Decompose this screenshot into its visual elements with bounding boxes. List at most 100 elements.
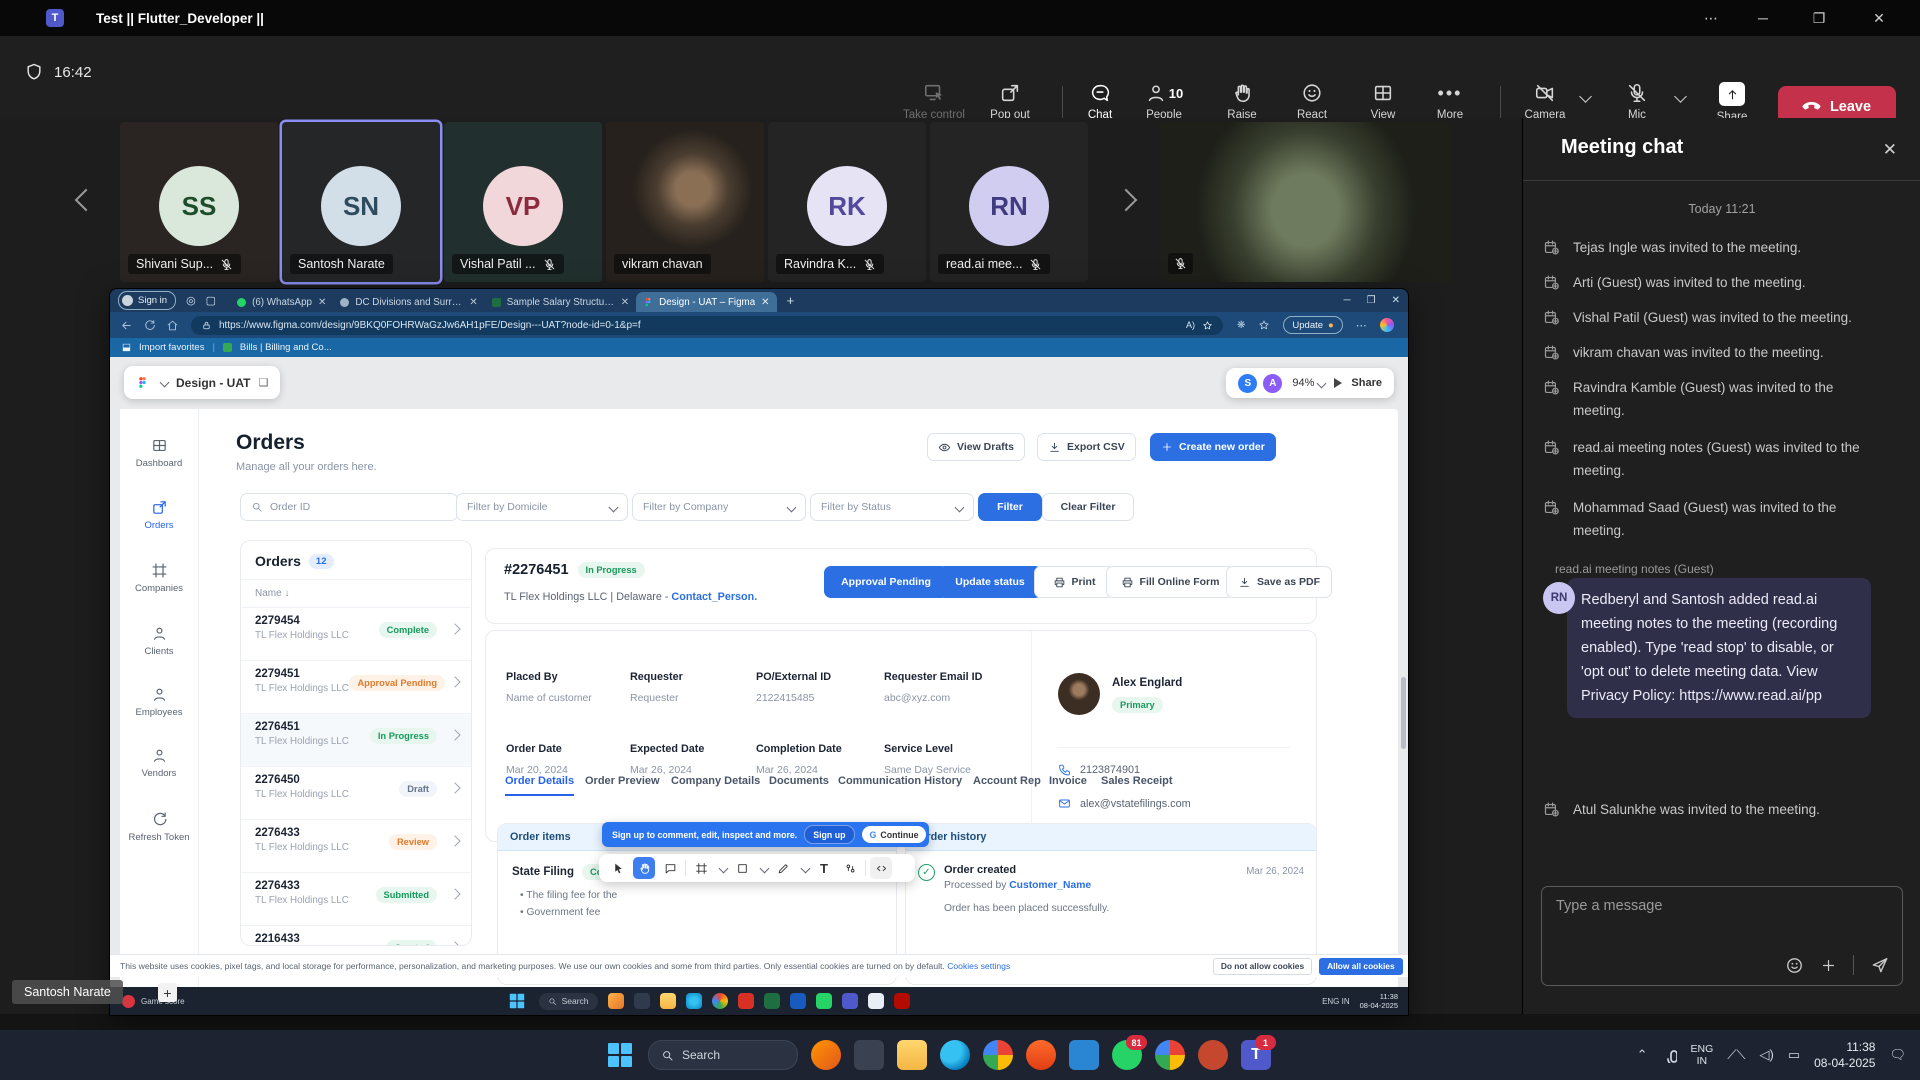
whatsapp-icon[interactable]: 81	[1112, 1040, 1142, 1070]
tray-expand-chevron[interactable]: ⌃	[1637, 1047, 1648, 1063]
actions-tool-icon[interactable]	[839, 857, 861, 879]
participant-tile-video[interactable]: vikram chavan	[606, 122, 764, 282]
shape-tool-chevron[interactable]	[760, 863, 770, 873]
address-bar[interactable]: https://www.figma.com/design/9BKQ0FOHRWa…	[191, 316, 1223, 335]
window-more-icon[interactable]: ⋯	[1688, 0, 1734, 36]
participant-tile-video[interactable]	[1160, 122, 1451, 282]
presenter-pin-button[interactable]: +	[158, 983, 177, 1002]
create-new-order-button[interactable]: Create new order	[1150, 433, 1276, 461]
sidebar-item-dashboard[interactable]: Dashboard	[120, 437, 198, 469]
deny-cookies-button[interactable]: Do not allow cookies	[1213, 958, 1312, 975]
notifications-icon[interactable]: 🗨	[1889, 1047, 1906, 1063]
clear-filter-button[interactable]: Clear Filter	[1042, 493, 1134, 521]
tab-invoice[interactable]: Invoice	[1049, 775, 1087, 787]
chat-button[interactable]: Chat	[1067, 82, 1133, 121]
new-tab-button[interactable]: +	[787, 293, 795, 308]
gmail-icon[interactable]	[738, 993, 754, 1009]
camera-options-chevron[interactable]	[1581, 92, 1590, 101]
tab-order-details[interactable]: Order Details	[505, 775, 574, 787]
news-widget-icon[interactable]	[122, 995, 135, 1008]
google-continue-button[interactable]: G Continue	[862, 826, 927, 843]
emoji-icon[interactable]	[1785, 956, 1804, 975]
teams-icon[interactable]: T 1	[1241, 1040, 1271, 1070]
import-favorites-link[interactable]: Import favorites	[139, 342, 204, 353]
edge-icon[interactable]	[686, 993, 702, 1009]
order-list-item[interactable]: 2276433 TL Flex Holdings LLC Review	[241, 820, 471, 873]
wifi-icon[interactable]: ⟋⟍	[1727, 1047, 1745, 1063]
filter-status-dropdown[interactable]: Filter by Status	[810, 493, 974, 521]
vscode-icon[interactable]	[1069, 1040, 1099, 1070]
orders-sort-column[interactable]: Name ↓	[241, 580, 471, 608]
figma-share-button[interactable]: Share	[1351, 377, 1382, 389]
chrome-icon[interactable]	[983, 1040, 1013, 1070]
present-play-icon[interactable]	[1334, 378, 1342, 388]
browser-minimize-button[interactable]: ─	[1344, 295, 1351, 306]
participant-tile[interactable]: SS Shivani Sup...	[120, 122, 278, 282]
tab-documents[interactable]: Documents	[769, 775, 829, 787]
tab-communication-history[interactable]: Communication History	[838, 775, 962, 787]
people-button[interactable]: 10 People	[1131, 82, 1197, 121]
figma-menu-chevron[interactable]	[160, 378, 170, 388]
taskbar-app-icon[interactable]	[868, 993, 884, 1009]
sidebar-item-refresh-token[interactable]: Refresh Token	[120, 811, 198, 843]
browser-tab-figma-active[interactable]: Design - UAT – Figma ✕	[636, 292, 776, 312]
taskbar-search-box[interactable]: Search	[648, 1040, 798, 1070]
search-box[interactable]: Search	[539, 993, 598, 1010]
share-button[interactable]: Share	[1699, 82, 1765, 123]
order-id-search-input[interactable]: Order ID	[240, 493, 458, 521]
participant-tile-selected[interactable]: SN Santosh Narate	[282, 122, 440, 282]
workspaces-icon[interactable]: ◎	[186, 294, 196, 307]
shared-screen-browser-window[interactable]: Sign in ◎ ▢ (6) WhatsApp ✕ DC Divisions …	[110, 289, 1408, 1015]
send-icon[interactable]	[1870, 955, 1890, 975]
filter-domicile-dropdown[interactable]: Filter by Domicile	[456, 493, 628, 521]
refresh-icon[interactable]	[143, 319, 156, 332]
chrome-icon[interactable]	[712, 993, 728, 1009]
browser-signin-button[interactable]: Sign in	[118, 291, 176, 310]
chrome-icon[interactable]	[1155, 1040, 1185, 1070]
hand-tool-icon-selected[interactable]	[633, 857, 655, 879]
participant-tile[interactable]: RN read.ai mee...	[930, 122, 1088, 282]
attach-plus-icon[interactable]	[1820, 957, 1837, 974]
collaborator-avatar[interactable]: A	[1262, 373, 1283, 394]
teams-icon[interactable]	[842, 993, 858, 1009]
bills-bookmark-link[interactable]: Bills | Billing and Co...	[240, 342, 332, 353]
save-as-pdf-button[interactable]: Save as PDF	[1226, 566, 1332, 598]
browser-profile-icon[interactable]	[1198, 1040, 1228, 1070]
filter-company-dropdown[interactable]: Filter by Company	[632, 493, 806, 521]
browser-tab-whatsapp[interactable]: (6) WhatsApp ✕	[230, 292, 333, 312]
whatsapp-icon[interactable]	[816, 993, 832, 1009]
word-icon[interactable]	[790, 993, 806, 1009]
fill-online-form-button[interactable]: Fill Online Form	[1106, 566, 1234, 598]
tab-close-icon[interactable]: ✕	[761, 297, 769, 308]
mini-language-indicator[interactable]: ENG IN	[1322, 997, 1350, 1006]
chat-message-input[interactable]: Type a message	[1541, 886, 1903, 986]
browser-restore-button[interactable]: ❐	[1367, 295, 1376, 306]
order-list-item[interactable]: 2276450 TL Flex Holdings LLC Draft	[241, 767, 471, 820]
print-button[interactable]: Print	[1034, 566, 1114, 598]
tab-company-details[interactable]: Company Details	[671, 775, 760, 787]
window-maximize-button[interactable]: ❐	[1796, 0, 1842, 36]
browser-essentials-icon[interactable]: ❋	[1237, 320, 1245, 331]
contact-email[interactable]: alex@vstatefilings.com	[1058, 797, 1191, 810]
file-explorer-icon[interactable]	[897, 1040, 927, 1070]
more-button[interactable]: ••• More	[1417, 82, 1483, 121]
battery-icon[interactable]: ▭	[1788, 1047, 1800, 1063]
home-icon[interactable]	[166, 319, 179, 332]
window-close-button[interactable]: ✕	[1856, 0, 1902, 36]
order-list-item[interactable]: 2276433 TL Flex Holdings LLC Submitted	[241, 873, 471, 926]
collaborator-avatar[interactable]: S	[1238, 374, 1257, 393]
taskbar-clock[interactable]: 11:38 08-04-2025	[1814, 1039, 1875, 1071]
view-drafts-button[interactable]: View Drafts	[927, 433, 1025, 461]
order-list-item[interactable]: 2216433 TL Flex Holdings LLC Created	[241, 926, 471, 946]
comment-tool-icon[interactable]	[659, 857, 681, 879]
order-list-item-selected[interactable]: 2276451 TL Flex Holdings LLC In Progress	[241, 714, 471, 767]
volume-icon[interactable]: ◁)	[1759, 1047, 1773, 1063]
zoom-level-dropdown[interactable]: 94%	[1292, 377, 1325, 389]
sidebar-item-vendors[interactable]: Vendors	[120, 747, 198, 779]
layout-panel-icon[interactable]: ❏	[258, 376, 268, 389]
favorites-menu-icon[interactable]	[1258, 319, 1270, 331]
export-csv-button[interactable]: Export CSV	[1037, 433, 1136, 461]
pop-out-button[interactable]: Pop out	[977, 82, 1043, 121]
tab-close-icon[interactable]: ✕	[469, 297, 477, 308]
dev-mode-toggle-icon[interactable]	[870, 857, 892, 879]
